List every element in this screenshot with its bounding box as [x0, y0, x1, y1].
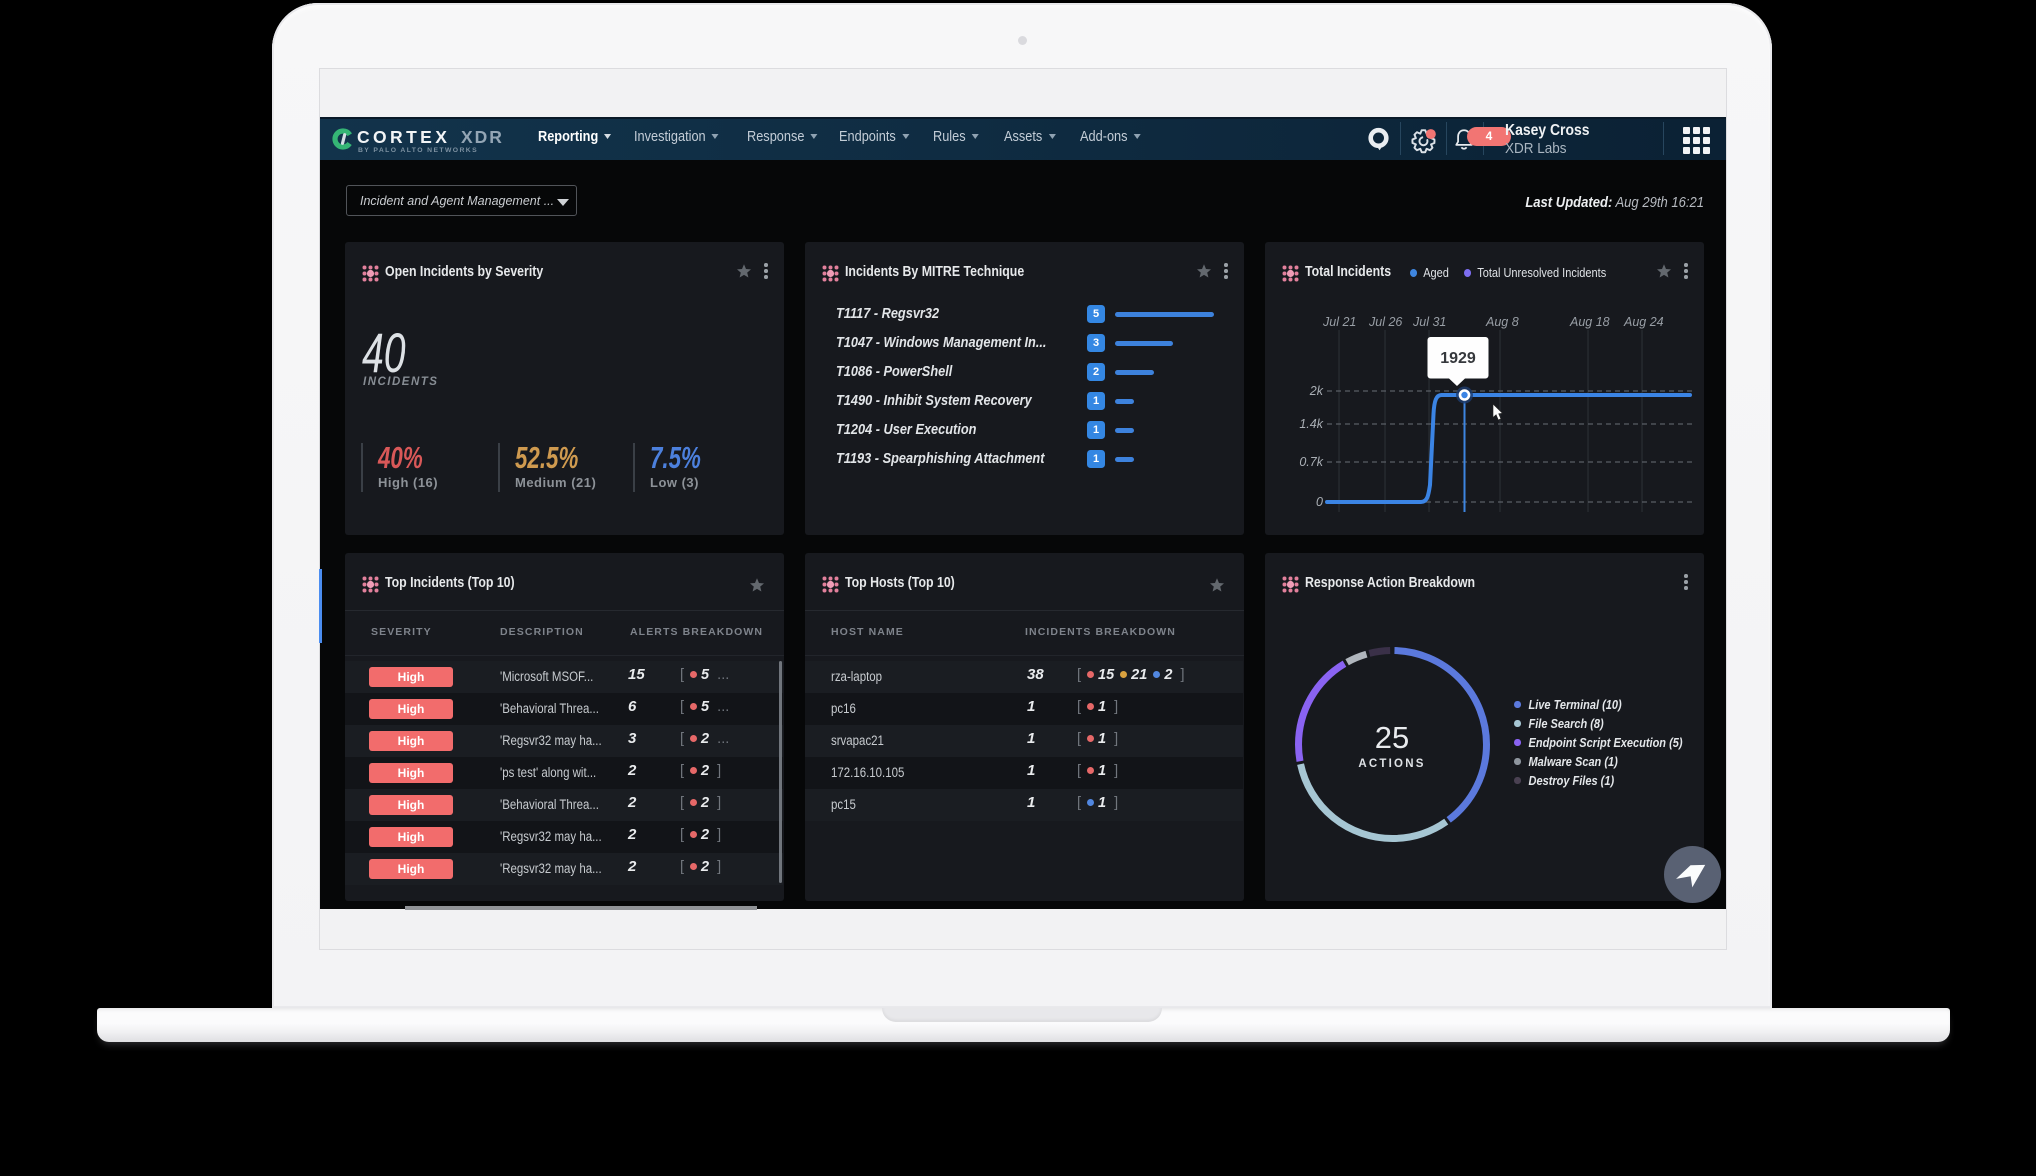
- svg-text:1929: 1929: [1440, 350, 1476, 367]
